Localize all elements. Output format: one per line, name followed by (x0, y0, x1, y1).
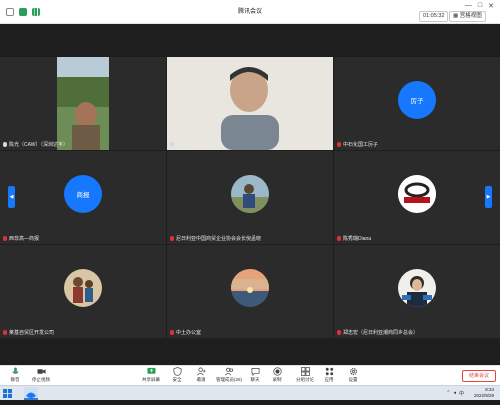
settings-button[interactable]: 设置 (338, 367, 368, 383)
participant-name: 尼日利亚中国商贸企业协会会长倪孟晓 (170, 235, 261, 242)
mic-muted-icon (337, 330, 341, 335)
settings-label: 设置 (348, 377, 358, 382)
shield-icon (173, 367, 181, 376)
view-mode-label: 宫格视图 (459, 13, 482, 19)
share-screen-icon (146, 367, 156, 374)
volume-icon[interactable]: ◂ (453, 390, 456, 397)
mic-muted-icon (3, 330, 7, 335)
record-icon (272, 367, 282, 376)
taskbar-meeting-app[interactable] (24, 387, 38, 400)
gear-icon (349, 367, 357, 376)
chat-icon (251, 367, 259, 376)
record-label: 录制 (272, 377, 282, 382)
mic-muted-icon (3, 236, 7, 241)
members-icon (224, 367, 233, 376)
participant-name: 中土办公室 (170, 329, 201, 336)
windows-icon[interactable] (3, 389, 12, 398)
participant-tile[interactable]: 商报 西非高—商报 (0, 151, 166, 244)
breakout-icon (300, 367, 310, 376)
video-grid: 陈光（CAW）（深圳达丰） 薛晓明 厉子 中石化国工厉子 商报 西非高—商报 尼… (0, 24, 500, 365)
participant-tile[interactable]: 莱基自贸区开发公司 (0, 245, 166, 338)
mic-muted-icon (337, 236, 341, 241)
close-button[interactable]: ✕ (488, 2, 494, 10)
camera-icon (36, 369, 46, 374)
apps-icon (325, 367, 333, 376)
microphone-icon (12, 367, 18, 374)
participant-tile[interactable]: 郑志宏（尼日利亚潮商同乡总会） (334, 245, 500, 338)
mute-label: 静音 (10, 377, 20, 382)
mic-icon (3, 142, 7, 147)
maximize-button[interactable]: □ (478, 2, 482, 10)
participant-name: 陈光（CAW）（深圳达丰） (3, 141, 68, 148)
participant-tile[interactable]: 陈秀璐Diana (334, 151, 500, 244)
add-user-icon (196, 367, 206, 376)
breakout-label: 分组讨论 (296, 377, 314, 382)
invite-label: 邀请 (196, 377, 206, 382)
participant-name: 薛晓明 (170, 141, 191, 148)
meeting-window: 腾讯会议 01:05:32 ▦ 宫格视图 — □ ✕ 陈光（CAW）（深圳达丰） (0, 0, 500, 400)
view-mode-button[interactable]: ▦ 宫格视图 (449, 11, 486, 22)
participant-name: 郑志宏（尼日利亚潮商同乡总会） (337, 329, 418, 336)
mic-muted-icon (337, 142, 341, 147)
minimize-button[interactable]: — (465, 2, 472, 10)
participant-video (57, 57, 109, 150)
next-page-button[interactable]: ▶ (485, 186, 492, 208)
system-tray: ⌃ ◂ 中 (446, 390, 464, 397)
system-clock[interactable]: 8:34 2022/9/29 (474, 387, 494, 399)
participant-avatar-photo (398, 269, 436, 307)
participant-avatar: 厉子 (398, 81, 436, 119)
manage-members-label: 管理成员(26) (215, 377, 242, 382)
chat-label: 聊天 (250, 377, 260, 382)
meeting-app-icon (26, 392, 36, 398)
mic-muted-icon (170, 236, 174, 241)
participant-avatar: 商报 (64, 175, 102, 213)
record-button[interactable]: 录制 (262, 367, 292, 383)
window-controls: — □ ✕ (465, 2, 494, 10)
participant-tile[interactable]: 陈光（CAW）（深圳达丰） (0, 57, 166, 150)
participant-name: 西非高—商报 (3, 235, 39, 242)
participant-name: 陈秀璐Diana (337, 235, 371, 242)
participant-name: 中石化国工厉子 (337, 141, 378, 148)
end-meeting-button[interactable]: 结束会议 (462, 370, 496, 382)
participant-tile[interactable]: 中土办公室 (167, 245, 333, 338)
security-label: 安全 (172, 377, 182, 382)
mic-icon (170, 142, 174, 147)
participant-tile[interactable]: 薛晓明 (167, 57, 333, 150)
participant-tile[interactable]: 厉子 中石化国工厉子 (334, 57, 500, 150)
participant-avatar-photo (64, 269, 102, 307)
participant-avatar-logo (398, 175, 436, 213)
prev-page-button[interactable]: ◀ (8, 186, 15, 208)
grid-icon: ▦ (453, 13, 460, 19)
meeting-timer: 01:05:32 (419, 11, 449, 22)
chevron-up-icon[interactable]: ⌃ (446, 390, 450, 397)
participant-video (167, 57, 333, 150)
apps-label: 应用 (324, 377, 334, 382)
participant-avatar-photo (231, 175, 269, 213)
stop-video-label: 停止视频 (32, 377, 50, 382)
meeting-toolbar: 静音 停止视频 共享屏幕 安全 邀请 管理成员(26) 聊天 录制 分组讨论 应… (0, 365, 500, 385)
mic-muted-icon (170, 330, 174, 335)
participant-name: 莱基自贸区开发公司 (3, 329, 54, 336)
os-taskbar: ⌃ ◂ 中 8:34 2022/9/29 (0, 385, 500, 400)
clock-date: 2022/9/29 (473, 393, 494, 398)
participant-tile[interactable]: 尼日利亚中国商贸企业协会会长倪孟晓 (167, 151, 333, 244)
title-bar: 腾讯会议 01:05:32 ▦ 宫格视图 — □ ✕ (0, 0, 500, 24)
stop-video-button[interactable]: 停止视频 (26, 367, 56, 383)
participant-avatar-photo (231, 269, 269, 307)
input-language[interactable]: 中 (459, 390, 464, 397)
share-screen-label: 共享屏幕 (142, 377, 160, 382)
